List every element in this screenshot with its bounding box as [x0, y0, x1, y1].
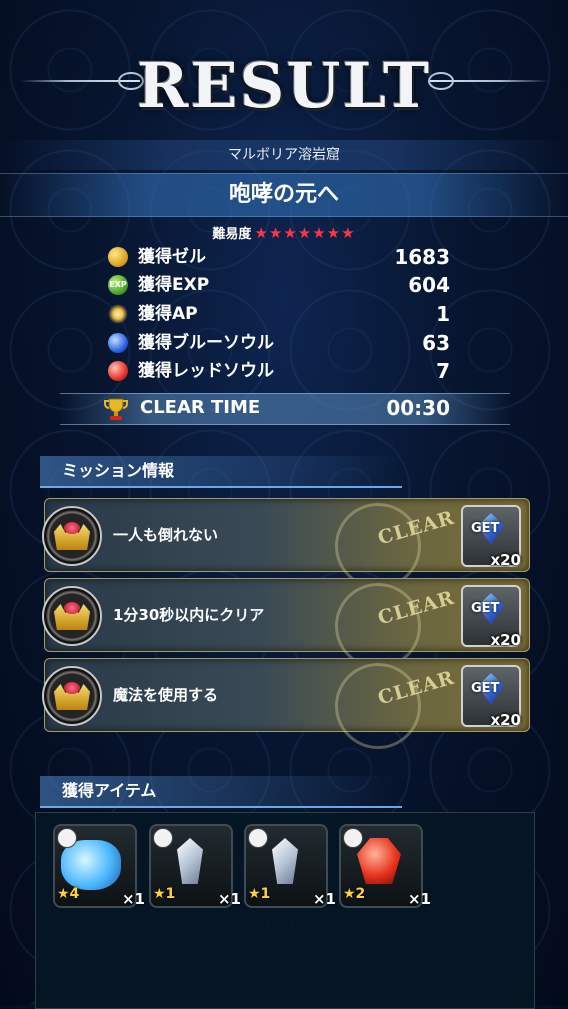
difficulty-stars: ★★★★★★★ — [254, 224, 356, 242]
reward-value: 604 — [408, 273, 450, 297]
item-slot[interactable]: ★1 ×1 — [149, 824, 241, 908]
crown-medal-icon — [42, 506, 102, 566]
missions-header: ミッション情報 — [40, 456, 402, 488]
mission-reward-button[interactable]: GET x20 — [461, 505, 521, 569]
item-quantity: ×1 — [121, 890, 145, 908]
item-type-icon — [343, 828, 363, 848]
reward-value: 1 — [436, 302, 450, 326]
item-quantity: ×1 — [407, 890, 431, 908]
mission-reward-button[interactable]: GET x20 — [461, 665, 521, 729]
mission-text: 一人も倒れない — [113, 526, 219, 544]
mission-emblem — [335, 583, 421, 669]
reward-count: x20 — [490, 711, 521, 729]
clear-time-label: CLEAR TIME — [140, 397, 261, 418]
item-type-icon — [57, 828, 77, 848]
item-type-icon — [248, 828, 268, 848]
item-rarity: ★4 — [57, 886, 80, 902]
mission-emblem — [335, 503, 421, 589]
item-quantity: ×1 — [312, 890, 336, 908]
stage-name: 咆哮の元へ — [0, 173, 568, 217]
red-soul-icon — [108, 361, 128, 381]
blue-soul-icon — [108, 333, 128, 353]
ap-sparkle-icon — [108, 304, 128, 324]
reward-label: 獲得AP — [138, 304, 198, 324]
get-label: GET — [471, 601, 500, 616]
crown-medal-icon — [42, 586, 102, 646]
reward-value: 63 — [422, 331, 450, 355]
reward-row-ap: 獲得AP 1 — [100, 300, 450, 328]
item-slot[interactable]: ★1 ×1 — [244, 824, 336, 908]
exp-icon: EXP — [108, 275, 128, 295]
mission-card: 魔法を使用する CLEAR GET x20 — [42, 658, 530, 749]
get-label: GET — [471, 521, 500, 536]
difficulty-label: 難易度 — [212, 227, 252, 242]
reward-count: x20 — [490, 551, 521, 569]
gil-coin-icon — [108, 247, 128, 267]
mission-text: 魔法を使用する — [113, 686, 219, 704]
result-title: RESULT — [136, 49, 432, 122]
crown-medal-icon — [42, 666, 102, 726]
reward-label: 獲得ブルーソウル — [138, 333, 274, 353]
item-rarity: ★2 — [343, 886, 366, 902]
reward-value: 7 — [436, 359, 450, 383]
item-slot[interactable]: ★4 ×1 — [53, 824, 145, 908]
item-rarity: ★1 — [153, 886, 176, 902]
mission-reward-button[interactable]: GET x20 — [461, 585, 521, 649]
items-header: 獲得アイテム — [40, 776, 402, 808]
clear-time-value: 00:30 — [386, 396, 450, 420]
mission-card: 一人も倒れない CLEAR GET x20 — [42, 498, 530, 589]
reward-value: 1683 — [394, 245, 450, 269]
mission-emblem — [335, 663, 421, 749]
trophy-icon — [104, 398, 128, 420]
reward-row-blue-soul: 獲得ブルーソウル 63 — [100, 329, 450, 357]
reward-label: 獲得レッドソウル — [138, 361, 274, 381]
reward-label: 獲得EXP — [138, 275, 210, 295]
reward-row-exp: EXP 獲得EXP 604 — [100, 271, 450, 299]
reward-label: 獲得ゼル — [138, 247, 206, 267]
reward-count: x20 — [490, 631, 521, 649]
item-quantity: ×1 — [217, 890, 241, 908]
reward-row-red-soul: 獲得レッドソウル 7 — [100, 357, 450, 385]
item-rarity: ★1 — [248, 886, 271, 902]
item-type-icon — [153, 828, 173, 848]
mission-card: 1分30秒以内にクリア CLEAR GET x20 — [42, 578, 530, 669]
area-name: マルボリア溶岩窟 — [0, 140, 568, 170]
mission-text: 1分30秒以内にクリア — [113, 606, 265, 624]
reward-row-zel: 獲得ゼル 1683 — [100, 243, 450, 271]
item-slot[interactable]: ★2 ×1 — [339, 824, 431, 908]
get-label: GET — [471, 681, 500, 696]
